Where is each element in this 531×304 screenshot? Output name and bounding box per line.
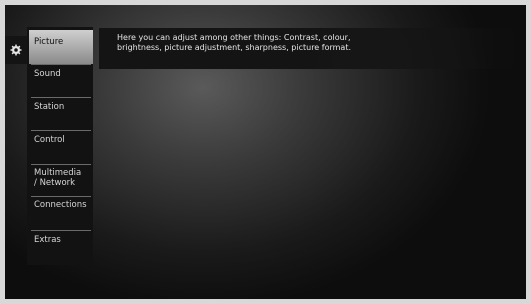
menu-item-label: Control xyxy=(34,135,65,145)
menu-item-label-line2: / Network xyxy=(34,178,76,188)
menu-description: Here you can adjust among other things: … xyxy=(99,28,519,69)
menu-item-extras[interactable]: Extras xyxy=(31,230,91,263)
settings-menu: Picture Sound Station Control Multimedia… xyxy=(27,27,93,265)
menu-item-label: Extras xyxy=(34,235,61,245)
menu-item-multimedia-network[interactable]: Multimedia / Network xyxy=(31,164,91,197)
description-line-1: Here you can adjust among other things: … xyxy=(117,33,351,42)
menu-item-station[interactable]: Station xyxy=(31,97,91,130)
menu-item-label: Station xyxy=(34,102,65,112)
tv-menu-screen: Picture Sound Station Control Multimedia… xyxy=(5,5,526,299)
menu-item-control[interactable]: Control xyxy=(31,130,91,163)
menu-item-connections[interactable]: Connections xyxy=(31,196,91,229)
menu-item-sound[interactable]: Sound xyxy=(31,64,91,97)
menu-item-label: Sound xyxy=(34,69,61,79)
menu-item-label: Connections xyxy=(34,200,87,210)
gear-icon xyxy=(10,44,22,56)
menu-item-label-line1: Multimedia xyxy=(34,168,82,178)
description-line-2: brightness, picture adjustment, sharpnes… xyxy=(117,43,351,52)
settings-tab[interactable] xyxy=(5,36,27,64)
menu-item-label: Picture xyxy=(34,37,64,47)
menu-item-picture[interactable]: Picture xyxy=(29,30,93,64)
